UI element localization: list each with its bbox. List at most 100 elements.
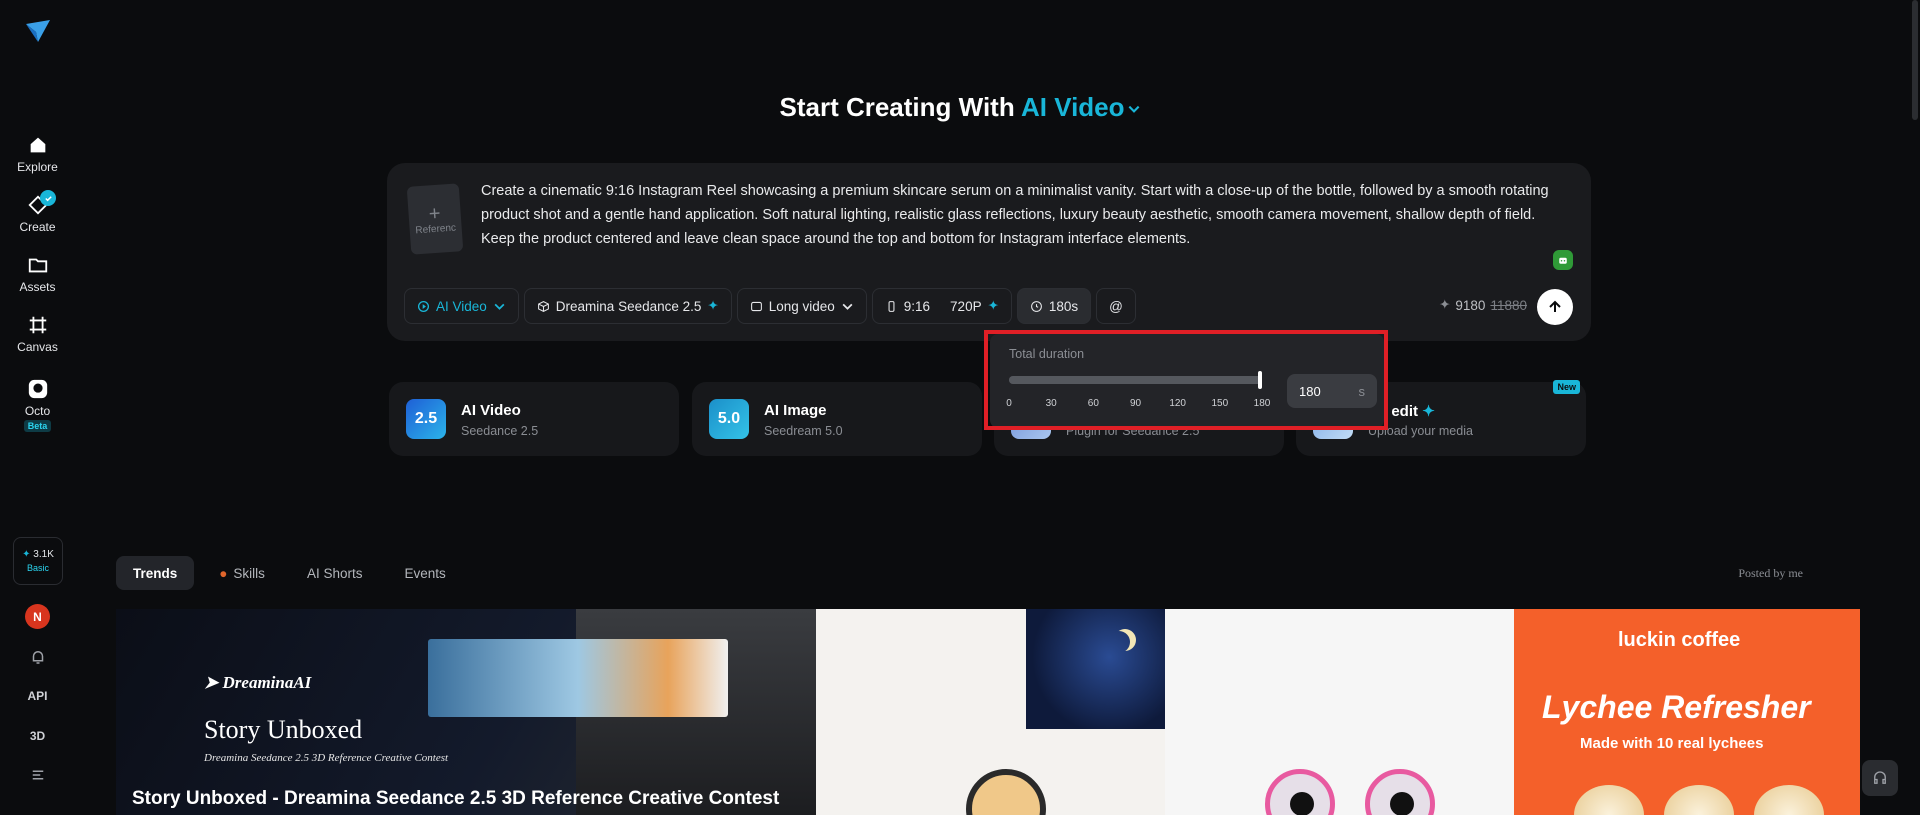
model-selector[interactable]: Dreamina Seedance 2.5 ✦	[523, 288, 732, 324]
chevron-down-icon	[494, 303, 505, 310]
generation-cost: ✦ 9180 11880	[1439, 297, 1527, 313]
new-badge: New	[1553, 380, 1580, 394]
ratio-resolution-selector[interactable]: 9:16 720P ✦	[871, 288, 1012, 324]
duration-tick-label: 60	[1087, 398, 1099, 409]
card-subheadline: Made with 10 real lychees	[1580, 735, 1764, 752]
tool-card-ai-image[interactable]: 5.0 AI Image Seedream 5.0	[692, 382, 982, 456]
gallery-card[interactable]	[1165, 609, 1514, 815]
dreamina-logo-icon[interactable]	[24, 16, 52, 44]
sidebar-item-canvas[interactable]: Canvas	[0, 314, 75, 354]
duration-tick-label: 0	[1006, 398, 1012, 409]
support-button[interactable]	[1862, 760, 1898, 796]
prompt-toolbar: AI Video Dreamina Seedance 2.5 ✦ Long vi…	[404, 288, 1136, 324]
chevron-down-icon	[842, 303, 853, 310]
sidebar-item-create[interactable]: Create	[0, 190, 75, 234]
beta-badge: Beta	[23, 420, 52, 432]
ratio-label: 9:16	[903, 298, 931, 314]
seedance-icon: 2.5	[406, 399, 446, 439]
resolution-label: 720P	[950, 298, 982, 314]
tab-ai-shorts[interactable]: AI Shorts	[290, 556, 380, 590]
tool-card-subtitle: Upload your media	[1368, 424, 1473, 438]
page-title: Start Creating With AI Video	[0, 92, 1920, 123]
lychee-image	[1754, 785, 1824, 815]
notifications-bell-icon[interactable]	[0, 648, 75, 669]
sidebar-item-label: Create	[19, 220, 56, 234]
tool-card-subtitle: Seedream 5.0	[764, 424, 843, 438]
duration-label: 180s	[1048, 298, 1079, 314]
duration-tick-label: 150	[1211, 398, 1229, 409]
card-title: Story Unboxed - Dreamina Seedance 2.5 3D…	[132, 788, 780, 809]
sidebar-item-explore[interactable]: Explore	[0, 134, 75, 174]
duration-slider[interactable]	[1009, 371, 1262, 389]
moon-icon	[1108, 631, 1130, 653]
sparkle-icon: ✦	[707, 298, 719, 313]
feed-tabs: Trends ● Skills AI Shorts Events	[116, 556, 463, 590]
mention-button[interactable]: @	[1096, 288, 1136, 324]
three-d-link[interactable]: 3D	[0, 729, 75, 743]
tab-trends[interactable]: Trends	[116, 556, 195, 590]
seedream-icon: 5.0	[709, 399, 749, 439]
sidebar-item-assets[interactable]: Assets	[0, 254, 75, 294]
avatar[interactable]: N	[25, 604, 50, 629]
canvas-icon	[29, 316, 46, 334]
card-subheadline: Dreamina Seedance 2.5 3D Reference Creat…	[204, 752, 449, 764]
card-brand: ➤ DreaminaAI	[204, 673, 312, 692]
plus-icon: +	[428, 202, 442, 225]
duration-popover: Total duration 0 30 60 90 120 150 180 180 s	[990, 334, 1384, 428]
gallery-card[interactable]: luckin coffee Lychee Refresher Made with…	[1514, 609, 1860, 815]
reference-label: Referenc	[415, 222, 457, 236]
mode-selector[interactable]: AI Video	[404, 288, 519, 324]
gallery-card[interactable]	[816, 609, 1165, 815]
sparkle-icon: ✦	[987, 298, 999, 313]
api-link[interactable]: API	[0, 689, 75, 703]
card-brand: luckin coffee	[1618, 629, 1741, 651]
duration-input-value: 180	[1299, 383, 1321, 399]
prompt-panel: + Referenc Create a cinematic 9:16 Insta…	[387, 163, 1591, 341]
dreamina-logo-icon: ➤	[204, 673, 223, 692]
phone-icon	[888, 300, 895, 312]
prompt-input[interactable]: Create a cinematic 9:16 Instagram Reel s…	[481, 179, 1563, 251]
menu-icon[interactable]	[0, 766, 75, 787]
original-cost-value: 11880	[1490, 297, 1527, 313]
posted-by-filter[interactable]: Posted by me	[1738, 566, 1803, 581]
child-illustration	[966, 769, 1046, 815]
card-headline: Story Unboxed	[204, 715, 363, 744]
duration-tick-label: 90	[1129, 398, 1142, 409]
video-type-selector[interactable]: Long video	[736, 288, 867, 324]
lychee-image	[1574, 785, 1644, 815]
sparkle-icon: ✦	[1439, 297, 1451, 312]
tab-events[interactable]: Events	[387, 556, 462, 590]
credits-value: ✦ 3.1K	[22, 549, 54, 560]
reference-upload[interactable]: + Referenc	[406, 183, 464, 255]
sidebar-item-octo[interactable]: Octo Beta	[0, 378, 75, 432]
model-label: Dreamina Seedance 2.5	[555, 298, 702, 314]
tool-card-subtitle: Seedance 2.5	[461, 424, 539, 438]
tool-card-ai-video[interactable]: 2.5 AI Video Seedance 2.5	[389, 382, 679, 456]
duration-input[interactable]: 180 s	[1287, 374, 1377, 408]
sidebar-item-label: Canvas	[17, 340, 58, 354]
duration-tick-labels: 0 30 60 90 120 150 180	[1006, 398, 1270, 410]
chevron-down-icon	[1128, 105, 1139, 113]
octo-icon	[28, 379, 47, 399]
headline-mode-dropdown[interactable]: AI Video	[1021, 92, 1141, 122]
duration-tick-label: 30	[1045, 398, 1057, 409]
page-scrollbar[interactable]	[1912, 0, 1918, 120]
headset-icon	[1874, 771, 1886, 784]
duration-slider-fill	[1009, 376, 1262, 384]
mode-label: AI Video	[436, 298, 487, 314]
duration-selector[interactable]: 180s	[1016, 288, 1092, 324]
eye-illustration	[1365, 769, 1435, 815]
card-headline: Lychee Refresher	[1542, 689, 1811, 725]
submit-button[interactable]	[1537, 289, 1573, 325]
sidebar-item-label: Assets	[19, 280, 56, 294]
credits-box[interactable]: ✦ 3.1K Basic	[13, 537, 63, 585]
tool-card-title: AI Video	[461, 402, 521, 419]
video-mode-icon	[417, 300, 430, 312]
tab-skills[interactable]: ● Skills	[202, 556, 282, 590]
video-frame-icon	[750, 301, 762, 311]
flame-icon: ●	[219, 565, 228, 581]
duration-tick-label: 180	[1253, 398, 1271, 409]
duration-slider-handle[interactable]	[1258, 371, 1262, 389]
gallery-card[interactable]: ➤ DreaminaAI Story Unboxed Dreamina Seed…	[116, 609, 816, 815]
bot-assist-icon[interactable]	[1553, 250, 1573, 270]
